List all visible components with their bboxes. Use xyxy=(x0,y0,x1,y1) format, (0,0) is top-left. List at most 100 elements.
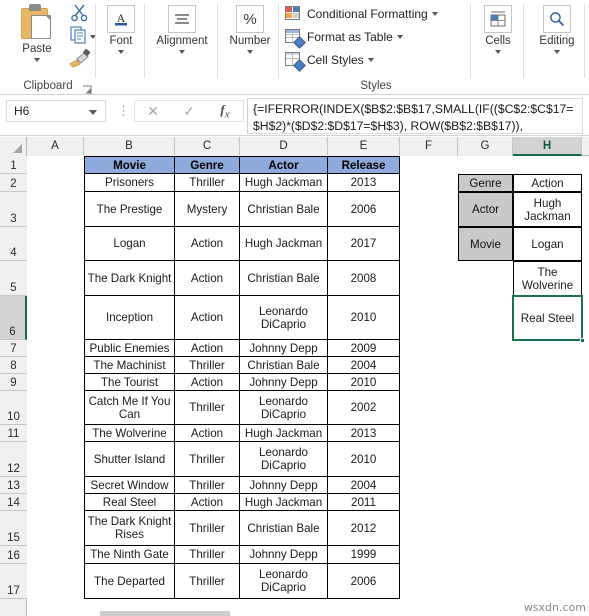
table-cell[interactable]: Action xyxy=(175,296,240,340)
table-cell[interactable]: Leonardo DiCaprio xyxy=(240,391,328,425)
format-as-table-button[interactable]: Format as Table xyxy=(285,26,461,49)
row-header-3[interactable]: 3 xyxy=(0,192,27,227)
table-header-genre[interactable]: Genre xyxy=(175,156,240,174)
row-header-2[interactable]: 2 xyxy=(0,174,27,192)
table-cell[interactable]: Christian Bale xyxy=(240,192,328,227)
row-header-15[interactable]: 15 xyxy=(0,511,27,546)
table-cell[interactable]: Hugh Jackman xyxy=(240,227,328,261)
table-cell[interactable]: Leonardo DiCaprio xyxy=(240,296,328,340)
criteria-label-actor[interactable]: Actor xyxy=(458,192,513,227)
table-cell[interactable]: Secret Window xyxy=(84,477,175,494)
column-header-d[interactable]: D xyxy=(240,137,328,156)
alignment-dropdown-caret-icon[interactable] xyxy=(179,50,185,54)
table-cell[interactable]: Real Steel xyxy=(84,494,175,511)
row-header-8[interactable]: 8 xyxy=(0,357,27,374)
table-cell[interactable]: The Departed xyxy=(84,564,175,599)
table-cell[interactable]: Leonardo DiCaprio xyxy=(240,442,328,477)
table-cell[interactable]: The Dark Knight xyxy=(84,261,175,296)
table-cell[interactable]: The Prestige xyxy=(84,192,175,227)
column-header-b[interactable]: B xyxy=(84,137,175,156)
select-all-corner[interactable] xyxy=(0,137,27,156)
row-header-12[interactable]: 12 xyxy=(0,442,27,477)
table-cell[interactable]: 2011 xyxy=(328,494,400,511)
table-header-movie[interactable]: Movie xyxy=(84,156,175,174)
table-cell[interactable]: The Tourist xyxy=(84,374,175,391)
column-header-c[interactable]: C xyxy=(175,137,240,156)
column-header-f[interactable]: F xyxy=(400,137,458,156)
cells-dropdown-caret-icon[interactable] xyxy=(495,50,501,54)
table-cell[interactable]: Mystery xyxy=(175,192,240,227)
row-header-11[interactable]: 11 xyxy=(0,425,27,442)
paste-button[interactable]: Paste xyxy=(6,2,68,74)
table-cell[interactable]: Leonardo DiCaprio xyxy=(240,564,328,599)
table-cell[interactable]: Christian Bale xyxy=(240,261,328,296)
conditional-formatting-button[interactable]: Conditional Formatting xyxy=(285,3,461,25)
row-header-5[interactable]: 5 xyxy=(0,261,27,296)
table-header-release[interactable]: Release xyxy=(328,156,400,174)
row-header-16[interactable]: 16 xyxy=(0,546,27,564)
table-cell[interactable]: 2017 xyxy=(328,227,400,261)
row-header-7[interactable]: 7 xyxy=(0,340,27,357)
table-cell[interactable]: Thriller xyxy=(175,442,240,477)
horizontal-scrollbar[interactable] xyxy=(27,610,589,616)
row-header-17[interactable]: 17 xyxy=(0,564,27,599)
table-cell[interactable]: 2008 xyxy=(328,261,400,296)
row-header-6[interactable]: 6 xyxy=(0,296,27,340)
paste-dropdown-caret-icon[interactable] xyxy=(34,58,40,62)
row-header-4[interactable]: 4 xyxy=(0,227,27,261)
table-cell[interactable]: Thriller xyxy=(175,391,240,425)
table-cell[interactable]: Johnny Depp xyxy=(240,374,328,391)
table-cell[interactable]: 2010 xyxy=(328,442,400,477)
cell-styles-caret-icon[interactable] xyxy=(367,58,374,62)
table-cell[interactable]: Thriller xyxy=(175,511,240,546)
table-cell[interactable]: 2006 xyxy=(328,192,400,227)
table-cell[interactable]: Action xyxy=(175,425,240,442)
table-cell[interactable]: Action xyxy=(175,374,240,391)
number-button[interactable]: % Number xyxy=(224,2,276,54)
format-painter-button[interactable] xyxy=(68,48,92,68)
table-cell[interactable]: Hugh Jackman xyxy=(240,174,328,192)
table-cell[interactable]: Hugh Jackman xyxy=(240,425,328,442)
name-box[interactable]: H6 xyxy=(6,100,106,122)
table-cell[interactable]: 2010 xyxy=(328,296,400,340)
table-header-actor[interactable]: Actor xyxy=(240,156,328,174)
editing-dropdown-caret-icon[interactable] xyxy=(554,50,560,54)
table-cell[interactable]: Thriller xyxy=(175,174,240,192)
table-cell[interactable]: 2012 xyxy=(328,511,400,546)
table-cell[interactable]: Christian Bale xyxy=(240,357,328,374)
table-cell[interactable]: Logan xyxy=(84,227,175,261)
table-cell[interactable]: Thriller xyxy=(175,564,240,599)
copy-button[interactable] xyxy=(70,26,90,44)
number-dropdown-caret-icon[interactable] xyxy=(247,50,253,54)
editing-button[interactable]: Editing xyxy=(535,2,579,54)
table-cell[interactable]: Action xyxy=(175,494,240,511)
name-box-caret-icon[interactable] xyxy=(89,110,97,115)
table-cell[interactable]: Public Enemies xyxy=(84,340,175,357)
table-cell[interactable]: Thriller xyxy=(175,546,240,564)
table-cell[interactable]: 2009 xyxy=(328,340,400,357)
table-cell[interactable]: 1999 xyxy=(328,546,400,564)
row-header-9[interactable]: 9 xyxy=(0,374,27,391)
table-cell[interactable]: Christian Bale xyxy=(240,511,328,546)
table-cell[interactable]: 2013 xyxy=(328,174,400,192)
table-cell[interactable]: Action xyxy=(175,227,240,261)
fill-handle[interactable] xyxy=(580,338,585,343)
horizontal-scrollbar-thumb[interactable] xyxy=(100,611,230,616)
row-header-13[interactable]: 13 xyxy=(0,477,27,494)
insert-function-icon[interactable]: fx xyxy=(207,102,243,121)
table-cell[interactable]: 2004 xyxy=(328,357,400,374)
format-as-table-caret-icon[interactable] xyxy=(396,35,403,39)
table-cell[interactable]: Action xyxy=(175,261,240,296)
table-cell[interactable]: Action xyxy=(175,340,240,357)
criteria-value-genre[interactable]: Action xyxy=(513,174,582,192)
table-cell[interactable]: Johnny Depp xyxy=(240,546,328,564)
column-header-e[interactable]: E xyxy=(328,137,400,156)
table-cell[interactable]: The Machinist xyxy=(84,357,175,374)
table-cell[interactable]: Hugh Jackman xyxy=(240,494,328,511)
table-cell[interactable]: Prisoners xyxy=(84,174,175,192)
table-cell[interactable]: The Dark Knight Rises xyxy=(84,511,175,546)
table-cell[interactable]: 2010 xyxy=(328,374,400,391)
column-header-a[interactable]: A xyxy=(27,137,84,156)
cut-button[interactable] xyxy=(70,3,90,23)
row-header-10[interactable]: 10 xyxy=(0,391,27,425)
